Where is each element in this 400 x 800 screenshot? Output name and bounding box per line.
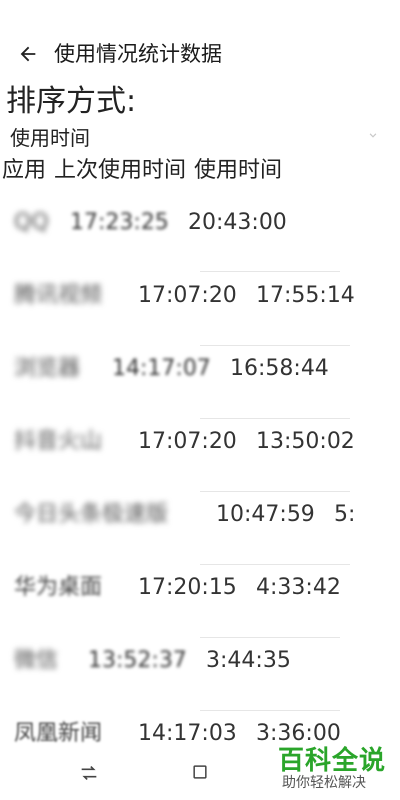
watermark: 百科全说 助你轻松解决 [272, 740, 392, 796]
home-square-icon [193, 765, 207, 779]
usage-time: 3:44:35 [206, 648, 291, 673]
usage-time: 16:58:44 [230, 356, 329, 381]
app-name: 腾讯视频 [14, 283, 103, 308]
table-row[interactable]: 微信 13:52:37 3:44:35 [0, 638, 356, 686]
usage-time: 5:10: [334, 502, 356, 527]
usage-list-viewport: QQ 17:23:25 20:43:00 腾讯视频 17:07:20 17:55… [0, 200, 356, 800]
back-button[interactable] [10, 36, 46, 72]
last-used-time: 17:07:20 [138, 283, 237, 308]
app-name: QQ [14, 210, 49, 235]
chevron-down-icon [369, 133, 377, 138]
last-used-time: 13:52:37 [88, 648, 187, 673]
column-header-app: 应用 [2, 158, 47, 183]
app-name: 华为桌面 [14, 575, 103, 600]
last-used-time: 14:17:03 [138, 721, 237, 746]
table-row[interactable]: 今日头条极速版 10:47:59 5:10: [0, 492, 356, 540]
table-row[interactable]: 腾讯视频 17:07:20 17:55:14 [0, 273, 356, 321]
table-row[interactable]: 抖音火山 17:07:20 13:50:02 [0, 419, 356, 467]
last-used-time: 17:23:25 [70, 210, 169, 235]
arrow-left-icon [20, 46, 36, 62]
app-name: 微信 [14, 648, 59, 673]
sort-heading: 排序方式: [6, 84, 137, 119]
row-divider [200, 271, 340, 272]
last-used-time: 17:20:15 [138, 575, 237, 600]
usage-time: 13:50:02 [256, 429, 355, 454]
last-used-time: 14:17:07 [112, 356, 211, 381]
app-name: 凤凰新闻 [14, 721, 103, 746]
sort-selected-value: 使用时间 [10, 126, 90, 150]
sort-dropdown[interactable]: 使用时间 [10, 124, 390, 154]
usage-time: 20:43:00 [188, 210, 287, 235]
column-headers: 应用 上次使用时间 使用时间 [2, 156, 290, 186]
last-used-time: 17:07:20 [138, 429, 237, 454]
app-name: 浏览器 [14, 356, 81, 381]
usage-time: 4:33:42 [256, 575, 341, 600]
app-name: 今日头条极速版 [14, 502, 169, 527]
usage-time: 17:55:14 [256, 283, 355, 308]
app-name: 抖音火山 [14, 429, 103, 454]
page-title: 使用情况统计数据 [54, 42, 222, 66]
home-button[interactable] [190, 762, 210, 786]
app-bar: 使用情况统计数据 [0, 0, 400, 84]
table-row[interactable]: 华为桌面 17:20:15 4:33:42 [0, 565, 356, 613]
table-row[interactable]: QQ 17:23:25 20:43:00 [0, 200, 356, 248]
recent-apps-icon [81, 765, 97, 781]
last-used-time: 10:47:59 [216, 502, 315, 527]
column-header-usage-time: 使用时间 [194, 158, 283, 183]
watermark-tagline: 助你轻松解决 [282, 775, 366, 791]
recent-apps-button[interactable] [78, 762, 100, 788]
column-header-last-used: 上次使用时间 [54, 158, 187, 183]
table-row[interactable]: 浏览器 14:17:07 16:58:44 [0, 346, 356, 394]
